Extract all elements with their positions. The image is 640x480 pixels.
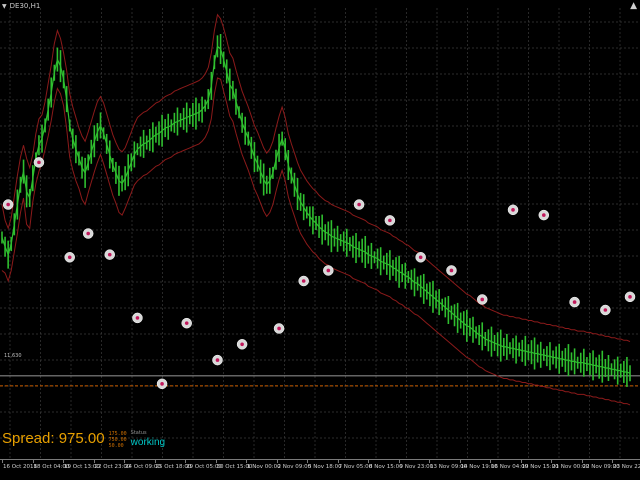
time-tick-mark [398,460,400,463]
time-tick-mark [32,460,34,463]
signal-marker-dot [511,208,515,212]
chart-corner-arrow-icon[interactable]: ▲ [630,1,637,11]
chart-window[interactable]: ▼ DE30,H1 ▲ 11,630 Spread: 975.00 175.00… [0,0,640,480]
bollinger-bands [1,13,631,406]
signal-marker-dot [135,316,140,320]
signal-marker-dot [67,255,72,260]
status-label: Status [130,430,147,436]
time-tick-mark [337,460,339,463]
time-tick-label: 16 Oct 2018 [3,464,38,470]
signal-marker-dot [572,300,577,304]
symbol-label: DE30,H1 [9,2,41,10]
ea-status-panel: Spread: 975.00 175.00 750.00 50.00 Statu… [2,430,165,449]
time-tick-mark [154,460,156,463]
signal-marker-dot [107,252,112,257]
time-tick-mark [2,460,3,463]
signal-marker-dot [301,279,306,283]
signal-marker-dot [240,342,244,347]
spread-readout: Spread: 975.00 [2,430,105,447]
time-tick-mark [246,460,247,463]
time-tick-mark [581,460,583,463]
time-tick-mark [185,460,186,463]
time-tick-mark [459,460,461,463]
time-tick-mark [276,460,278,463]
price-line [1,45,631,374]
time-tick-label: 23 Nov 22:00 [613,464,640,470]
time-tick-mark [93,460,95,463]
price-chart-plot[interactable] [0,0,640,459]
signal-marker-dot [184,321,189,325]
time-tick-mark [429,460,430,463]
time-tick-label: 8 Nov 15:00 [369,464,403,470]
chart-title: ▼ DE30,H1 [2,2,40,10]
time-tick-mark [490,460,491,463]
signal-marker-dot [215,358,220,362]
time-tick-mark [307,460,308,463]
grid-layer [0,8,640,458]
signal-marker-dot [37,160,41,165]
signal-marker-dot [449,268,454,273]
signal-marker-dot [6,202,10,207]
time-tick-label: 5 Nov 18:00 [308,464,342,470]
mini-values: 175.00 750.00 50.00 [109,431,127,449]
lower-band-line [1,77,631,406]
level-layer [0,375,640,387]
time-axis: 16 Oct 2018 18 Oct 04:00 19 Oct 13:00 22 Oc… [0,459,640,480]
signal-marker-dot [160,382,164,386]
time-tick-mark [612,460,613,463]
signal-marker-dot [357,202,361,207]
status-block: Status working [131,430,165,449]
time-tick-label: 1 Nov 00:00 [247,464,281,470]
time-tick-label: 2 Nov 09:00 [277,464,312,470]
time-tick-label: 9 Nov 23:00 [399,464,434,470]
time-tick-mark [551,460,552,463]
time-tick-mark [215,460,217,463]
signal-marker-dot [603,308,608,312]
time-tick-mark [520,460,522,463]
level-price-tag: 11,630 [4,353,22,359]
signal-marker-dot [542,213,546,217]
signal-marker-dot [628,295,632,299]
signal-marker-dot [326,268,331,273]
time-tick-label: 7 Nov 05:00 [338,464,373,470]
time-tick-mark [63,460,64,463]
mini-value: 50.00 [108,443,124,449]
dropdown-icon[interactable]: ▼ [2,3,7,10]
signal-marker-dot [418,255,423,260]
status-value: working [130,437,166,448]
signal-marker-dot [86,231,90,236]
signal-marker-dot [388,218,392,223]
time-tick-mark [368,460,369,463]
signal-marker-dot [480,297,485,302]
time-tick-mark [124,460,125,463]
signal-marker-dot [277,326,281,331]
